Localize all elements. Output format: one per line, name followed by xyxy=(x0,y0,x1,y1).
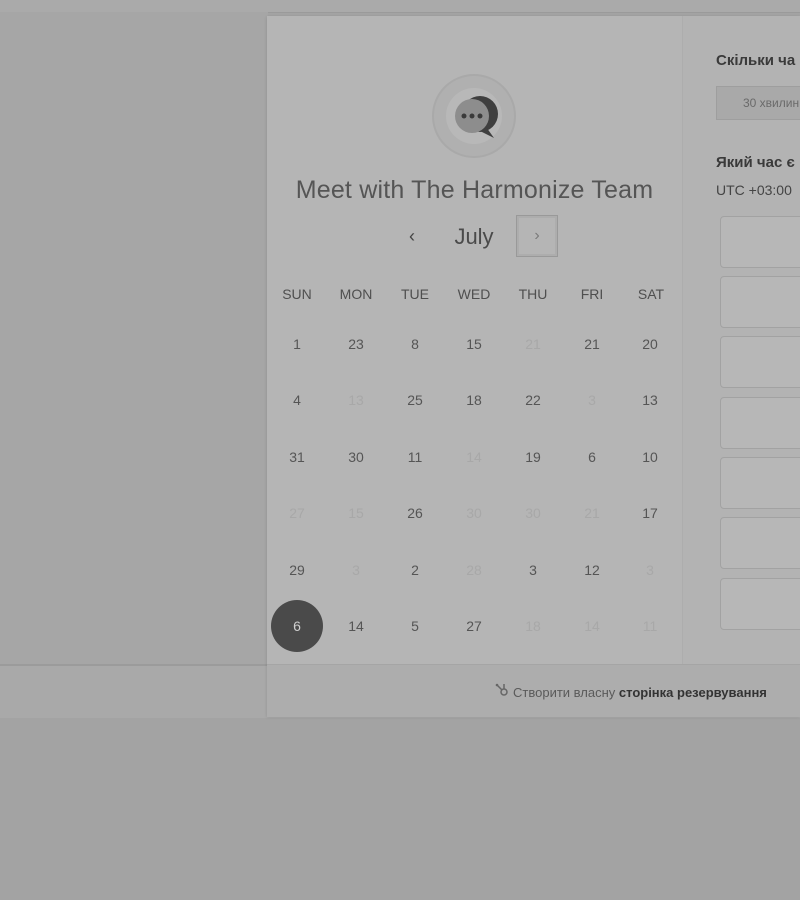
calendar-day: 30 xyxy=(466,505,482,521)
calendar-day: 27 xyxy=(289,505,305,521)
calendar-day: 3 xyxy=(588,392,596,408)
calendar-day: 13 xyxy=(348,392,364,408)
calendar-day[interactable]: 29 xyxy=(271,544,323,596)
time-slot-button[interactable] xyxy=(720,457,800,509)
calendar-day: 14 xyxy=(466,449,482,465)
calendar-day: 14 xyxy=(584,618,600,634)
calendar-day[interactable]: 3 xyxy=(507,544,559,596)
meetings-widget: Meet with The Harmonize Team ‹ July › SU… xyxy=(267,16,800,717)
calendar-day[interactable]: 20 xyxy=(624,318,676,370)
calendar-day[interactable]: 10 xyxy=(624,431,676,483)
weekday-label: SAT xyxy=(637,286,665,302)
calendar-day: 15 xyxy=(348,505,364,521)
calendar-day: 28 xyxy=(466,562,482,578)
weekday-label: TUE xyxy=(401,286,429,302)
calendar-day[interactable]: 5 xyxy=(389,600,441,652)
weekday-label: THU xyxy=(518,286,548,302)
calendar-day[interactable]: 31 xyxy=(271,431,323,483)
calendar-day[interactable]: 2 xyxy=(389,544,441,596)
scheduling-pane: Скільки ча 30 хвилин Який час є UTC +03:… xyxy=(683,16,800,664)
calendar-day: 30 xyxy=(525,505,541,521)
time-slot-button[interactable] xyxy=(720,336,800,388)
calendar-day[interactable]: 19 xyxy=(507,431,559,483)
footer-bold-text: сторінка резервування xyxy=(618,685,767,700)
weekday-label: SUN xyxy=(282,286,312,302)
time-question: Який час є xyxy=(716,154,795,171)
calendar-day: 3 xyxy=(352,562,360,578)
calendar-day: 18 xyxy=(525,618,541,634)
footer-text: Створити власну xyxy=(513,685,616,700)
calendar-day[interactable]: 21 xyxy=(566,318,618,370)
time-slot-button[interactable] xyxy=(720,216,800,268)
calendar-day: 3 xyxy=(646,562,654,578)
weekday-label: MON xyxy=(339,286,373,302)
weekday-label: WED xyxy=(457,286,491,302)
time-slot-button[interactable] xyxy=(720,276,800,328)
chat-bubble-icon xyxy=(455,96,498,138)
time-slot-button[interactable] xyxy=(720,397,800,449)
calendar-day[interactable]: 25 xyxy=(389,374,441,426)
next-month-button[interactable]: › xyxy=(516,215,558,257)
prev-month-button[interactable]: ‹ xyxy=(398,222,426,250)
weekday-label: FRI xyxy=(580,286,604,302)
time-slot-button[interactable] xyxy=(720,517,800,569)
calendar-day[interactable]: 26 xyxy=(389,487,441,539)
calendar-day[interactable]: 11 xyxy=(389,431,441,483)
create-booking-link[interactable]: Створити власну сторінка резервування xyxy=(495,683,767,700)
team-avatar xyxy=(432,74,516,158)
weekday-header: SUN MON TUE WED THU FRI SAT xyxy=(267,286,682,306)
calendar-day[interactable]: 4 xyxy=(271,374,323,426)
footer-bar: Створити власну сторінка резервування xyxy=(267,664,800,717)
calendar-day: 11 xyxy=(642,618,658,634)
duration-question: Скільки ча xyxy=(716,52,796,69)
calendar-day[interactable]: 14 xyxy=(330,600,382,652)
calendar-day[interactable]: 27 xyxy=(448,600,500,652)
page-background-left xyxy=(0,12,268,664)
calendar-day: 21 xyxy=(525,336,541,352)
calendar-pane: Meet with The Harmonize Team ‹ July › SU… xyxy=(267,16,682,664)
calendar-day[interactable]: 15 xyxy=(448,318,500,370)
calendar-day-selected[interactable]: 6 xyxy=(271,600,323,652)
calendar-day[interactable]: 22 xyxy=(507,374,559,426)
sprocket-icon xyxy=(495,683,509,700)
calendar-day[interactable]: 23 xyxy=(330,318,382,370)
calendar-day[interactable]: 8 xyxy=(389,318,441,370)
calendar-day[interactable]: 12 xyxy=(566,544,618,596)
calendar-day[interactable]: 1 xyxy=(271,318,323,370)
month-label: July xyxy=(454,224,494,249)
page-title: Meet with The Harmonize Team xyxy=(295,176,654,204)
calendar-day[interactable]: 18 xyxy=(448,374,500,426)
calendar-day[interactable]: 6 xyxy=(566,431,618,483)
calendar-day[interactable]: 17 xyxy=(624,487,676,539)
calendar-day[interactable]: 30 xyxy=(330,431,382,483)
time-slot-button[interactable] xyxy=(720,578,800,630)
timezone-label[interactable]: UTC +03:00 xyxy=(716,182,792,198)
calendar-day: 21 xyxy=(584,505,600,521)
calendar-day[interactable]: 13 xyxy=(624,374,676,426)
duration-option-button[interactable]: 30 хвилин xyxy=(716,86,800,120)
